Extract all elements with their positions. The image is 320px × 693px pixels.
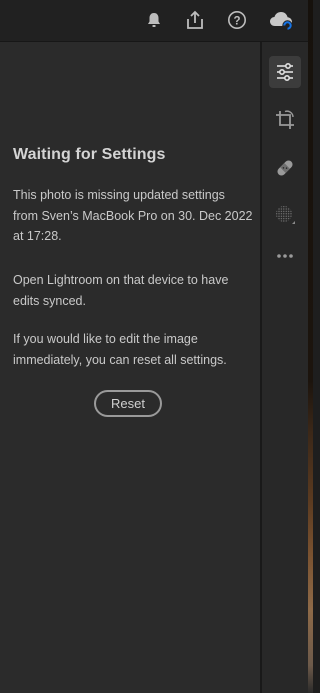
help-icon[interactable]: ? [226, 9, 248, 31]
masking-icon[interactable] [269, 199, 301, 231]
photo-canvas-edge [308, 0, 313, 693]
reset-instruction-message: If you would like to edit the image imme… [13, 332, 227, 367]
sync-instruction-message: Open Lightroom on that device to have ed… [13, 273, 229, 308]
help-glyph: ? [233, 15, 240, 27]
top-bar: ? [0, 0, 313, 42]
reset-button[interactable]: Reset [94, 390, 162, 417]
missing-settings-message: This photo is missing updated settings f… [13, 188, 253, 243]
crop-rotate-icon[interactable] [269, 104, 301, 136]
cloud-sync-icon[interactable] [268, 9, 296, 31]
healing-bandage-icon[interactable] [269, 152, 301, 184]
bell-icon[interactable] [143, 9, 165, 31]
more-icon[interactable] [269, 240, 301, 272]
lightroom-edit-panel-window: ? Waiting for Settings This photo is mis… [0, 0, 313, 693]
edit-sliders-icon[interactable] [269, 56, 301, 88]
panel-title: Waiting for Settings [13, 146, 166, 163]
share-icon[interactable] [184, 9, 206, 31]
tool-strip [262, 42, 308, 693]
